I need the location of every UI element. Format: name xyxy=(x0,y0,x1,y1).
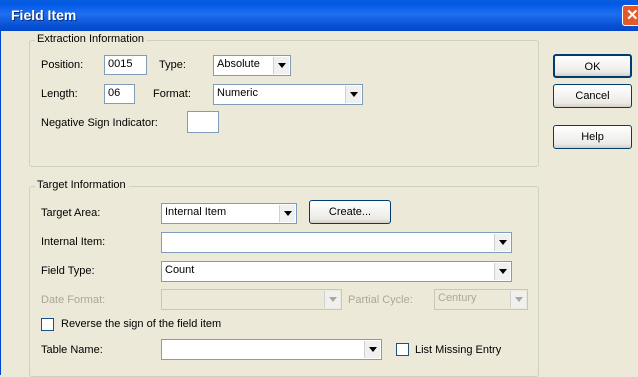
list-missing-label[interactable]: List Missing Entry xyxy=(415,344,501,356)
negative-sign-label: Negative Sign Indicator: xyxy=(41,117,158,129)
date-format-dropdown-chevron-icon xyxy=(324,291,340,308)
partial-cycle-select: Century xyxy=(434,289,528,310)
internal-item-select[interactable] xyxy=(161,232,512,253)
format-value: Numeric xyxy=(217,87,258,99)
length-label: Length: xyxy=(41,88,78,100)
field-type-value: Count xyxy=(165,264,195,276)
negative-sign-input[interactable] xyxy=(187,111,219,133)
position-label: Position: xyxy=(41,59,84,71)
window-title: Field Item xyxy=(11,7,77,23)
target-area-label: Target Area: xyxy=(41,207,101,219)
type-label: Type: xyxy=(159,59,186,71)
field-type-dropdown-chevron-icon[interactable] xyxy=(494,263,510,280)
reverse-sign-checkbox[interactable] xyxy=(41,318,54,331)
ok-label: OK xyxy=(584,61,601,73)
type-value: Absolute xyxy=(217,58,260,70)
help-button[interactable]: Help xyxy=(553,125,632,149)
length-input[interactable]: 06 xyxy=(104,84,135,104)
table-name-label: Table Name: xyxy=(41,344,103,356)
cancel-button[interactable]: Cancel xyxy=(553,84,632,108)
partial-cycle-value: Century xyxy=(438,292,477,304)
format-label: Format: xyxy=(153,88,191,100)
target-area-select[interactable]: Internal Item xyxy=(161,203,297,224)
format-select[interactable]: Numeric xyxy=(213,84,363,105)
format-dropdown-chevron-icon[interactable] xyxy=(345,86,361,103)
reverse-sign-label[interactable]: Reverse the sign of the field item xyxy=(61,318,221,330)
target-area-dropdown-chevron-icon[interactable] xyxy=(279,205,295,222)
create-label: Create... xyxy=(328,206,372,218)
partial-cycle-dropdown-chevron-icon xyxy=(510,291,526,308)
help-label: Help xyxy=(581,131,604,143)
extraction-legend: Extraction Information xyxy=(35,33,147,45)
type-dropdown-chevron-icon[interactable] xyxy=(273,57,289,74)
partial-cycle-label: Partial Cycle: xyxy=(348,294,413,306)
list-missing-checkbox[interactable] xyxy=(396,343,409,356)
table-name-dropdown-chevron-icon[interactable] xyxy=(364,341,380,358)
ok-button[interactable]: OK xyxy=(553,54,632,78)
internal-item-dropdown-chevron-icon[interactable] xyxy=(494,234,510,251)
length-value: 06 xyxy=(108,87,121,99)
close-button[interactable]: ✕ xyxy=(622,5,638,26)
target-legend: Target Information xyxy=(35,179,129,191)
position-value: 0015 xyxy=(108,58,133,70)
field-type-select[interactable]: Count xyxy=(161,261,512,282)
target-area-value: Internal Item xyxy=(165,206,227,218)
title-bar[interactable]: Field Item ✕ xyxy=(0,0,638,31)
table-name-select[interactable] xyxy=(161,339,382,360)
internal-item-label: Internal Item: xyxy=(41,236,106,248)
position-input[interactable]: 0015 xyxy=(104,55,147,75)
close-icon: ✕ xyxy=(626,7,638,24)
create-button[interactable]: Create... xyxy=(309,200,391,224)
date-format-select xyxy=(161,289,342,310)
field-type-label: Field Type: xyxy=(41,265,95,277)
dialog-body: Extraction Information Position: 0015 Ty… xyxy=(0,31,638,377)
type-select[interactable]: Absolute xyxy=(213,55,291,76)
date-format-label: Date Format: xyxy=(41,294,106,306)
cancel-label: Cancel xyxy=(575,90,610,102)
